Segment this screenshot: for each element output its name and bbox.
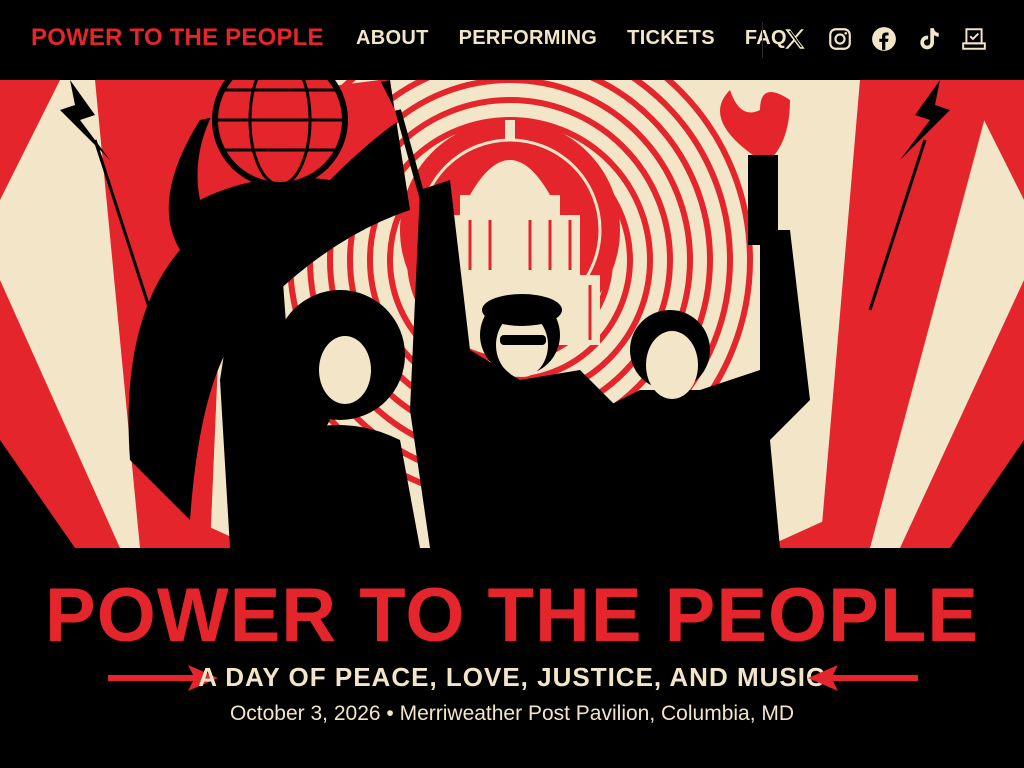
nav-tickets[interactable]: TICKETS (627, 27, 715, 50)
ballot-box-icon[interactable] (960, 25, 988, 53)
facebook-icon[interactable] (870, 25, 898, 53)
event-date-location: October 3, 2026 • Merriweather Post Pavi… (229, 702, 795, 725)
protest-poster-illustration (0, 80, 1024, 548)
nav-about[interactable]: ABOUT (356, 27, 429, 50)
main-nav: ABOUT PERFORMING TICKETS FAQ (356, 27, 817, 50)
tagline-row: A DAY OF PEACE, LOVE, JUSTICE, AND MUSIC (0, 660, 1024, 694)
hero-title: POWER TO THE PEOPLE (45, 573, 979, 658)
site-header: POWER TO THE PEOPLE ABOUT PERFORMING TIC… (0, 0, 1024, 80)
instagram-icon[interactable] (826, 25, 854, 53)
hero-artwork (0, 80, 1024, 548)
nav-performing[interactable]: PERFORMING (459, 27, 598, 50)
tiktok-icon[interactable] (915, 25, 943, 53)
site-logo[interactable]: POWER TO THE PEOPLE (31, 24, 324, 52)
x-icon[interactable] (781, 25, 809, 53)
arrow-left-icon (808, 665, 918, 691)
event-banner: POWER TO THE PEOPLE A DAY OF PEACE, LOVE… (0, 548, 1024, 768)
header-divider (762, 22, 763, 58)
